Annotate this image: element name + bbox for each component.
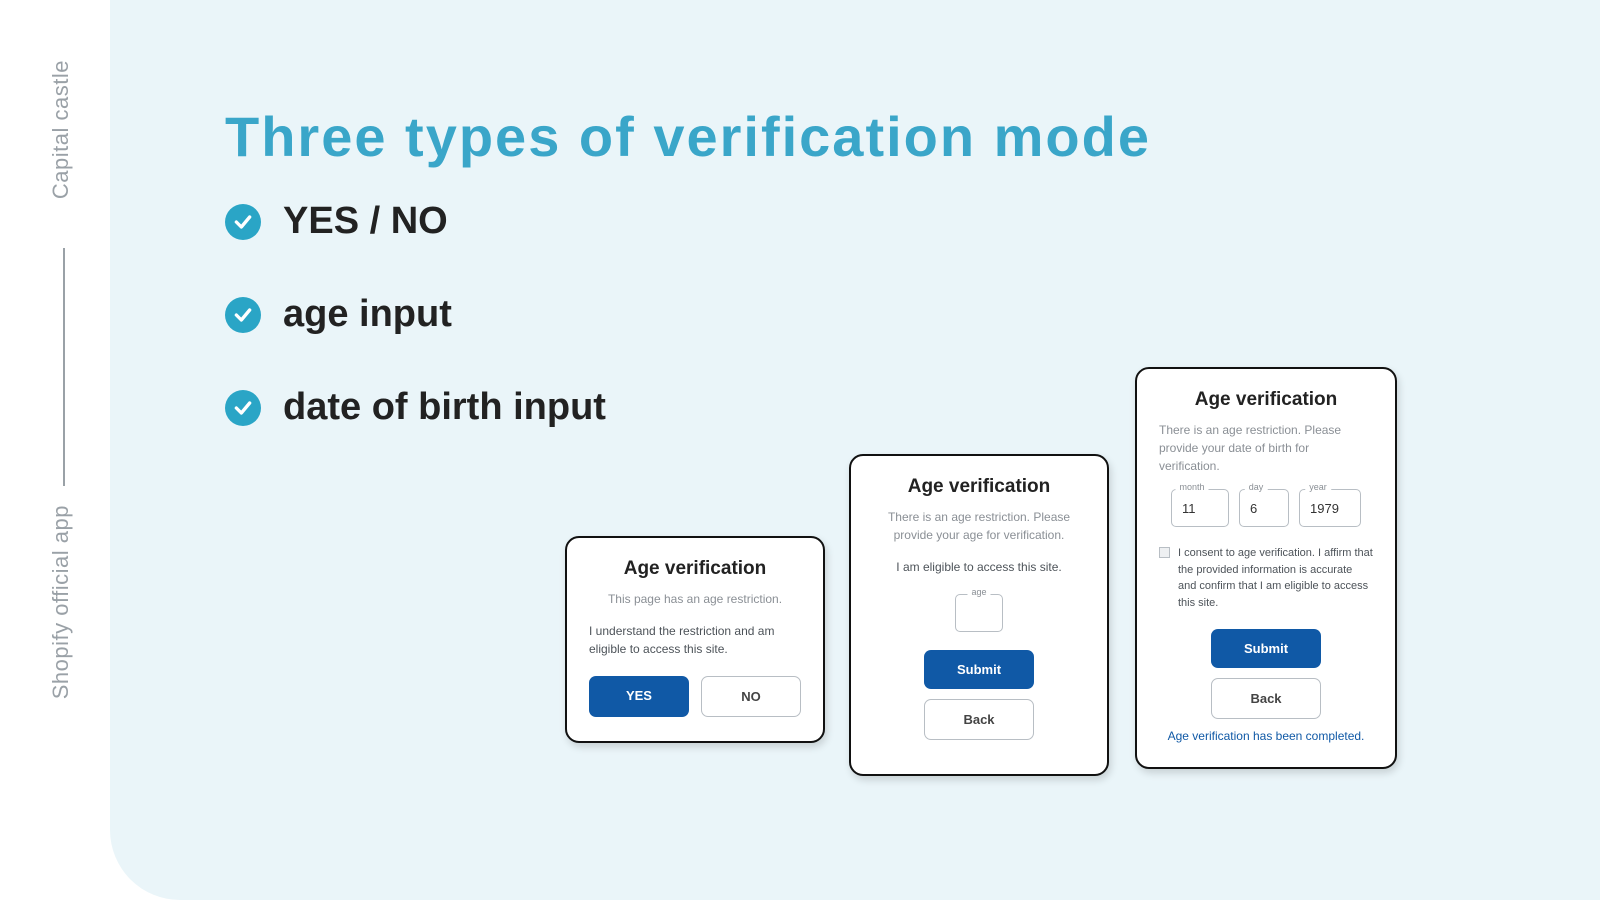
month-input[interactable]: month 11 xyxy=(1171,489,1229,527)
card-yes-no: Age verification This page has an age re… xyxy=(565,536,825,743)
card-description: I understand the restriction and am elig… xyxy=(589,622,801,658)
year-input[interactable]: year 1979 xyxy=(1299,489,1361,527)
bullet-label: age input xyxy=(283,293,452,336)
card-subtitle: There is an age restriction. Please prov… xyxy=(1159,421,1373,475)
consent-row: I consent to age verification. I affirm … xyxy=(1159,545,1373,611)
consent-checkbox[interactable] xyxy=(1159,547,1170,558)
sidebar-divider xyxy=(63,248,65,486)
back-button[interactable]: Back xyxy=(1211,678,1321,719)
day-input[interactable]: day 6 xyxy=(1239,489,1289,527)
bullet-label: date of birth input xyxy=(283,386,606,429)
card-title: Age verification xyxy=(589,558,801,580)
yes-button[interactable]: YES xyxy=(589,676,689,717)
back-button[interactable]: Back xyxy=(924,699,1034,740)
page-title: Three types of verification mode xyxy=(225,104,1151,169)
slide: Capital castle Shopify official app Thre… xyxy=(0,0,1600,900)
card-eligible-text: I am eligible to access this site. xyxy=(873,558,1085,576)
sidebar-label-bottom: Shopify official app xyxy=(48,505,74,699)
month-legend: month xyxy=(1175,482,1208,492)
sidebar-label-top: Capital castle xyxy=(48,60,74,199)
check-icon xyxy=(225,204,261,240)
year-value: 1979 xyxy=(1310,501,1339,516)
consent-text: I consent to age verification. I affirm … xyxy=(1178,545,1373,611)
submit-button[interactable]: Submit xyxy=(1211,629,1321,668)
year-legend: year xyxy=(1305,482,1331,492)
no-button[interactable]: NO xyxy=(701,676,801,717)
completed-note: Age verification has been completed. xyxy=(1159,729,1373,743)
day-legend: day xyxy=(1245,482,1268,492)
bullet-item: date of birth input xyxy=(225,386,606,429)
card-subtitle: There is an age restriction. Please prov… xyxy=(873,508,1085,544)
check-icon xyxy=(225,390,261,426)
bullet-list: YES / NO age input date of birth input xyxy=(225,200,606,479)
age-input[interactable]: age xyxy=(955,594,1003,632)
month-value: 11 xyxy=(1182,501,1196,516)
submit-button[interactable]: Submit xyxy=(924,650,1034,689)
bullet-label: YES / NO xyxy=(283,200,448,243)
sidebar: Capital castle Shopify official app xyxy=(48,0,88,900)
card-age-input: Age verification There is an age restric… xyxy=(849,454,1109,776)
card-dob-input: Age verification There is an age restric… xyxy=(1135,367,1397,769)
day-value: 6 xyxy=(1250,501,1257,516)
bullet-item: YES / NO xyxy=(225,200,606,243)
check-icon xyxy=(225,297,261,333)
card-title: Age verification xyxy=(1159,389,1373,411)
age-legend: age xyxy=(967,587,990,597)
bullet-item: age input xyxy=(225,293,606,336)
card-subtitle: This page has an age restriction. xyxy=(589,590,801,608)
card-title: Age verification xyxy=(873,476,1085,498)
